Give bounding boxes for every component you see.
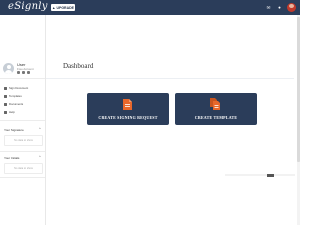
sidebar-divider xyxy=(0,177,45,178)
sidebar-item-label: Templates xyxy=(9,94,22,98)
sidebar-item-sign-document[interactable]: Sign Document xyxy=(4,86,28,90)
create-template-button[interactable]: CREATE TEMPLATE xyxy=(175,93,257,125)
upgrade-label: UPGRADE xyxy=(56,5,74,10)
action-label: CREATE TEMPLATE xyxy=(194,115,238,120)
sidebar-item-documents[interactable]: Documents xyxy=(4,102,23,106)
collapse-chevron-icon[interactable]: ^ xyxy=(39,127,41,131)
template-icon xyxy=(4,94,7,98)
folder-icon xyxy=(4,102,7,106)
header-divider xyxy=(46,78,294,79)
profile-icon[interactable] xyxy=(17,71,20,74)
page-title: Dashboard xyxy=(63,62,94,70)
sidebar-divider xyxy=(0,151,45,152)
upgrade-arrow-icon: ▲ xyxy=(52,5,56,10)
collapse-chevron-icon[interactable]: ^ xyxy=(39,155,41,159)
logout-icon[interactable] xyxy=(27,71,30,74)
bell-icon[interactable]: ● xyxy=(277,5,282,10)
app-logo[interactable]: eSignly xyxy=(8,1,48,12)
pen-icon xyxy=(4,86,7,90)
main-content xyxy=(46,15,300,225)
signature-empty-state: No data to show xyxy=(4,135,43,146)
initials-empty-state: No data to show xyxy=(4,163,43,174)
upgrade-button[interactable]: ▲ UPGRADE xyxy=(51,4,75,11)
bottom-bar xyxy=(225,174,295,176)
sidebar-item-label: Sign Document xyxy=(9,86,29,90)
signature-panel-title: Your Signature xyxy=(4,128,24,132)
user-avatar-menu[interactable] xyxy=(287,3,296,12)
settings-icon[interactable] xyxy=(22,71,25,74)
chat-widget-tab[interactable] xyxy=(267,174,274,177)
sidebar-item-label: Documents xyxy=(9,102,24,106)
create-signing-request-button[interactable]: CREATE SIGNING REQUEST xyxy=(87,93,169,125)
mail-icon[interactable]: ✉ xyxy=(266,5,271,10)
scrollbar-thumb[interactable] xyxy=(297,17,300,162)
documents-icon xyxy=(210,98,220,110)
initials-panel-title: Your Initials xyxy=(4,156,20,160)
sidebar: User Free Account Sign Document Template… xyxy=(0,15,46,225)
sidebar-divider xyxy=(0,78,45,79)
document-icon xyxy=(123,99,132,110)
sidebar-item-help[interactable]: Help xyxy=(4,110,15,114)
action-label: CREATE SIGNING REQUEST xyxy=(98,115,158,120)
user-avatar xyxy=(3,63,14,74)
user-quick-icons xyxy=(17,71,30,74)
sidebar-divider xyxy=(0,120,45,121)
help-icon xyxy=(4,110,7,114)
sidebar-item-templates[interactable]: Templates xyxy=(4,94,22,98)
sidebar-item-label: Help xyxy=(9,110,15,114)
